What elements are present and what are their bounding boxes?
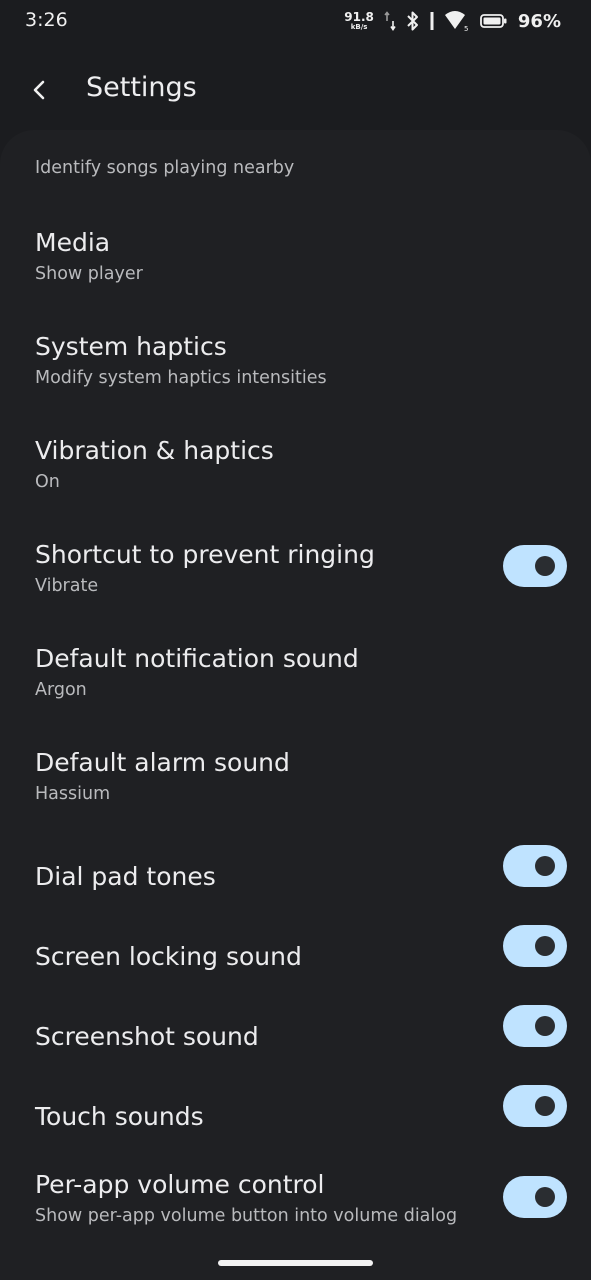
setting-title: System haptics bbox=[35, 332, 227, 361]
svg-text:5: 5 bbox=[464, 25, 468, 32]
setting-title: Per-app volume control bbox=[35, 1170, 325, 1199]
setting-system-haptics[interactable]: System haptics Modify system haptics int… bbox=[0, 320, 591, 424]
setting-vibration-haptics[interactable]: Vibration & haptics On bbox=[0, 424, 591, 528]
toggle-knob bbox=[535, 936, 555, 956]
prevent-ringing-toggle[interactable] bbox=[503, 545, 567, 587]
toggle-knob bbox=[535, 1187, 555, 1207]
setting-title: Screenshot sound bbox=[35, 1022, 259, 1051]
setting-title: Default notification sound bbox=[35, 644, 359, 673]
setting-notification-sound[interactable]: Default notification sound Argon bbox=[0, 632, 591, 736]
status-icons: 91.8 kB/s 5 96% bbox=[344, 6, 561, 36]
back-button[interactable] bbox=[18, 70, 62, 114]
dial-pad-tones-toggle[interactable] bbox=[503, 845, 567, 887]
setting-subtitle: Argon bbox=[35, 680, 87, 700]
network-speed-unit: kB/s bbox=[350, 23, 368, 31]
toggle-knob bbox=[535, 856, 555, 876]
setting-screen-locking-sound[interactable]: Screen locking sound bbox=[0, 922, 591, 1002]
setting-title: Screen locking sound bbox=[35, 942, 302, 971]
setting-alarm-sound[interactable]: Default alarm sound Hassium bbox=[0, 736, 591, 840]
page-title: Settings bbox=[86, 72, 197, 103]
toggle-knob bbox=[535, 556, 555, 576]
setting-title: Shortcut to prevent ringing bbox=[35, 540, 375, 569]
wifi-icon: 5 bbox=[444, 10, 470, 32]
setting-subtitle: Modify system haptics intensities bbox=[35, 368, 327, 388]
setting-media[interactable]: Media Show player bbox=[0, 216, 591, 320]
gesture-nav-handle[interactable] bbox=[218, 1260, 373, 1266]
toggle-knob bbox=[535, 1016, 555, 1036]
setting-subtitle: Hassium bbox=[35, 784, 111, 804]
chevron-left-icon bbox=[28, 78, 52, 106]
partial-subtitle: Identify songs playing nearby bbox=[35, 158, 295, 178]
setting-title: Default alarm sound bbox=[35, 748, 290, 777]
setting-title: Dial pad tones bbox=[35, 862, 216, 891]
settings-list-card: Identify songs playing nearby Media Show… bbox=[0, 130, 591, 1280]
setting-subtitle: Show per-app volume button into volume d… bbox=[35, 1206, 458, 1226]
setting-subtitle: On bbox=[35, 472, 60, 492]
toggle-knob bbox=[535, 1096, 555, 1116]
per-app-volume-toggle[interactable] bbox=[503, 1176, 567, 1218]
battery-icon bbox=[480, 13, 508, 29]
setting-title: Media bbox=[35, 228, 111, 257]
top-app-bar: Settings bbox=[0, 44, 591, 132]
network-speed-value: 91.8 bbox=[344, 10, 374, 24]
data-arrows-icon bbox=[384, 11, 396, 31]
setting-subtitle: Show player bbox=[35, 264, 143, 284]
setting-per-app-volume[interactable]: Per-app volume control Show per-app volu… bbox=[0, 1162, 591, 1266]
setting-touch-sounds[interactable]: Touch sounds bbox=[0, 1082, 591, 1162]
battery-percent: 96% bbox=[517, 10, 561, 32]
setting-dial-pad-tones[interactable]: Dial pad tones bbox=[0, 842, 591, 922]
bluetooth-icon bbox=[406, 10, 420, 32]
setting-subtitle: Vibrate bbox=[35, 576, 99, 596]
network-speed: 91.8 kB/s bbox=[344, 11, 374, 31]
setting-prevent-ringing[interactable]: Shortcut to prevent ringing Vibrate bbox=[0, 528, 591, 632]
screenshot-sound-toggle[interactable] bbox=[503, 1005, 567, 1047]
status-bar: 3:26 91.8 kB/s 5 96% bbox=[0, 0, 591, 44]
setting-title: Vibration & haptics bbox=[35, 436, 274, 465]
touch-sounds-toggle[interactable] bbox=[503, 1085, 567, 1127]
setting-screenshot-sound[interactable]: Screenshot sound bbox=[0, 1002, 591, 1082]
pipe-divider-icon bbox=[430, 10, 434, 32]
screen-locking-sound-toggle[interactable] bbox=[503, 925, 567, 967]
status-time: 3:26 bbox=[25, 9, 68, 31]
setting-title: Touch sounds bbox=[35, 1102, 204, 1131]
